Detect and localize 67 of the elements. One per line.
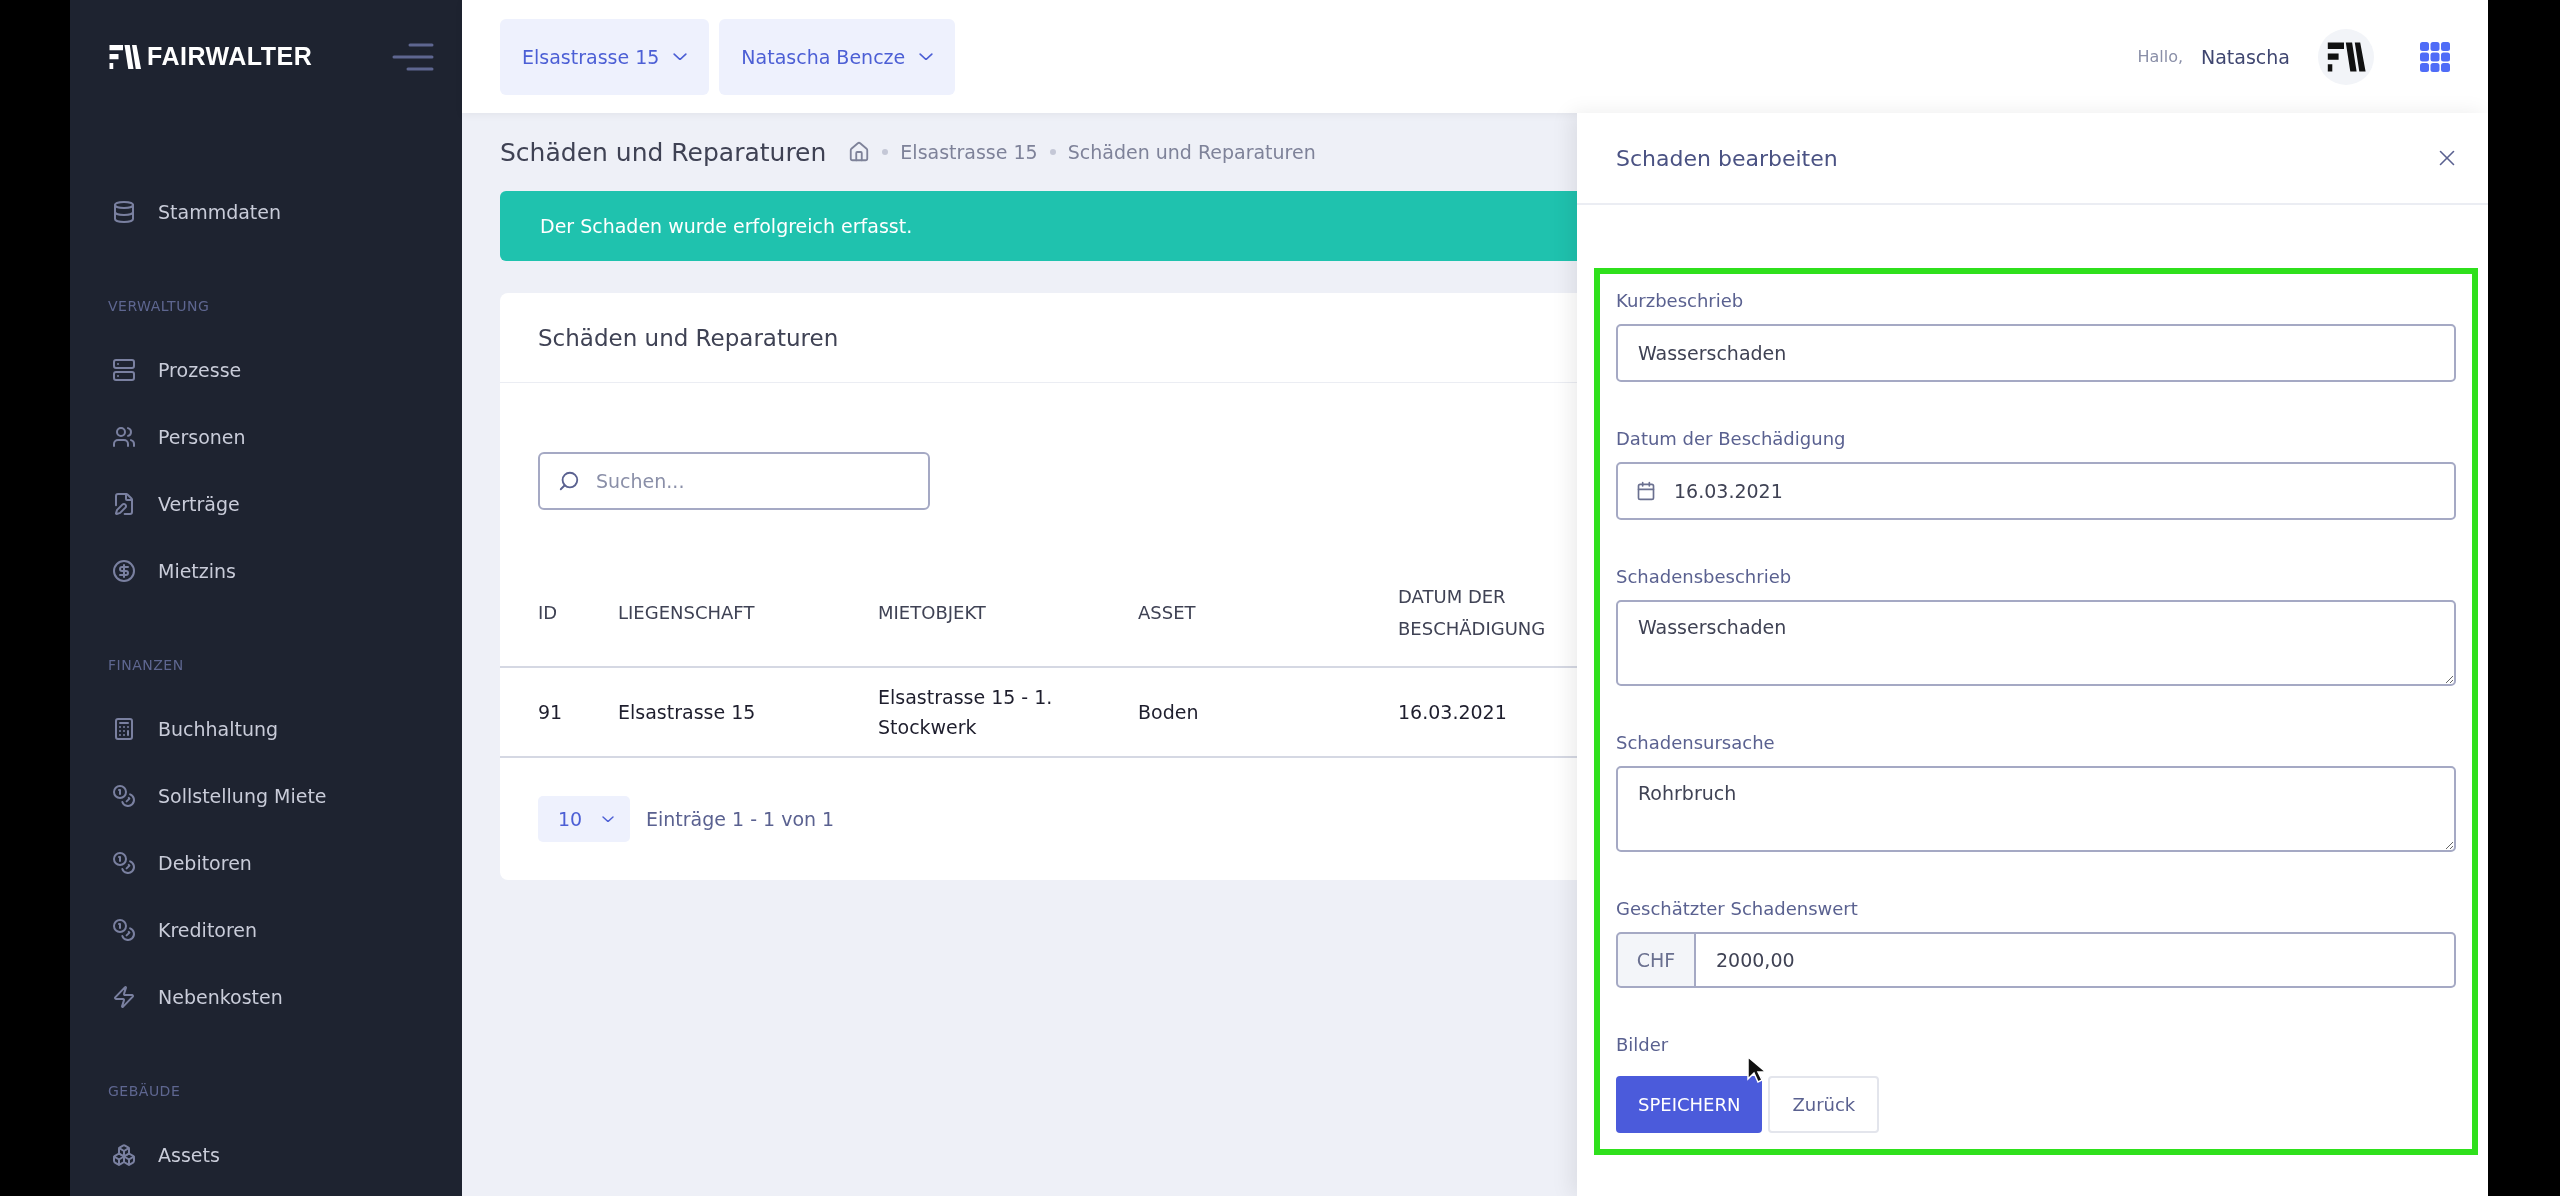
chevron-down-icon — [602, 815, 614, 823]
nav-link[interactable]: Sollstellung Miete — [70, 762, 462, 829]
page-size-select[interactable]: 10 — [538, 796, 630, 842]
field-label: Bilder — [1616, 1033, 1669, 1057]
users-icon — [112, 424, 136, 449]
search-field[interactable]: Suchen... — [538, 452, 930, 510]
table-cell: Elsastrasse 15 — [618, 668, 878, 758]
input-field[interactable]: Wasserschaden — [1616, 324, 2456, 382]
server-icon — [112, 357, 136, 382]
table-cell: Boden — [1138, 668, 1398, 758]
column-header: MIETOBJEKT — [878, 560, 1138, 668]
amount-field[interactable]: 2000,00 — [1696, 932, 2456, 988]
nav-section-heading: GEBÄUDE — [108, 1082, 182, 1101]
page-title: Schäden und Reparaturen — [500, 137, 827, 167]
date-field[interactable]: 16.03.2021 — [1616, 462, 2456, 520]
nav-section-heading: FINANZEN — [108, 656, 185, 675]
nav-link[interactable]: Prozesse — [70, 336, 462, 403]
nav-link[interactable]: Mietzins — [70, 537, 462, 604]
column-header: ASSET — [1138, 560, 1398, 668]
field-label: Schadensbeschrieb — [1616, 565, 1792, 589]
dropdown-selector[interactable]: Natascha Bencze — [719, 18, 956, 95]
card-title: Schäden und Reparaturen — [538, 324, 839, 351]
menu-icon[interactable] — [392, 42, 434, 71]
apps-grid-icon[interactable] — [2420, 41, 2450, 72]
table-cell: 91 — [500, 668, 618, 758]
field-label: Geschätzter Schadenswert — [1616, 897, 1858, 921]
database-icon — [112, 199, 136, 224]
calculator-icon — [112, 716, 136, 741]
nav-link[interactable]: Personen — [70, 403, 462, 470]
nav-link[interactable]: Verträge — [70, 470, 462, 537]
lightning-icon — [112, 984, 136, 1009]
field-label: Schadensursache — [1616, 731, 1775, 755]
pagination-summary: Einträge 1 - 1 von 1 — [646, 808, 835, 830]
nav-link[interactable]: Kreditoren — [70, 896, 462, 963]
field-label: Kurzbeschrieb — [1616, 289, 1744, 313]
coins-icon — [112, 850, 136, 875]
nav-link[interactable]: Buchhaltung — [70, 695, 462, 762]
dollar-circle-icon — [112, 558, 136, 583]
calendar-icon — [1636, 481, 1656, 501]
boxes-icon — [112, 1142, 136, 1167]
coins-icon — [112, 783, 136, 808]
table-cell: Elsastrasse 15 - 1. Stockwerk — [878, 668, 1138, 758]
text-area[interactable]: Wasserschaden — [1616, 600, 2456, 686]
dropdown-selector[interactable]: Elsastrasse 15 — [500, 18, 710, 95]
text-area[interactable]: Rohrbruch — [1616, 766, 2456, 852]
coins-icon — [112, 917, 136, 942]
column-header: LIEGENSCHAFT — [618, 560, 878, 668]
back-button[interactable]: Zurück — [1768, 1076, 1880, 1133]
currency-prefix: CHF — [1616, 932, 1696, 988]
search-icon — [558, 470, 580, 492]
document-pen-icon — [112, 491, 136, 516]
nav-section-heading: VERWALTUNG — [108, 297, 211, 316]
field-label: Datum der Beschädigung — [1616, 427, 1846, 451]
nav-link[interactable]: Nebenkosten — [70, 963, 462, 1030]
panel-title: Schaden bearbeiten — [1616, 145, 1838, 171]
chevron-down-icon — [919, 52, 934, 61]
nav-link[interactable]: Assets — [70, 1121, 462, 1188]
chevron-down-icon — [673, 52, 688, 61]
user-name: Natascha — [2201, 45, 2290, 68]
save-button[interactable]: SPEICHERN — [1616, 1076, 1763, 1133]
home-icon[interactable] — [848, 141, 871, 163]
nav-link[interactable]: Debitoren — [70, 829, 462, 896]
greeting-text: Hallo, — [2137, 47, 2183, 66]
column-header: ID — [500, 560, 618, 668]
mouse-cursor-icon — [1747, 1056, 1765, 1084]
logo-text: FAIRWALTER — [147, 42, 313, 71]
nav-link[interactable]: Stammdaten — [70, 178, 462, 245]
